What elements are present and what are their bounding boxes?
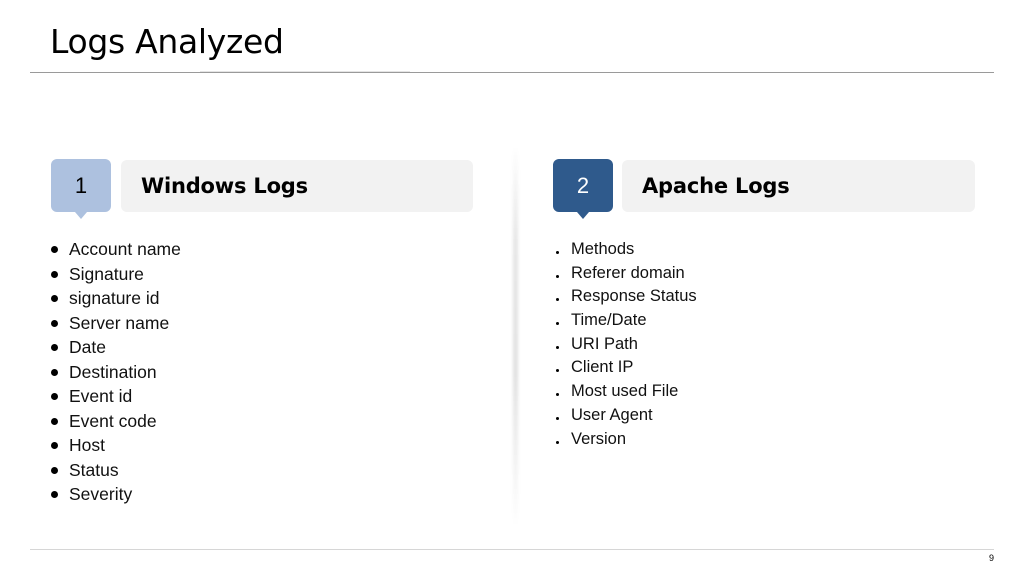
list-item: Response Status xyxy=(555,285,697,309)
list-item: Status xyxy=(50,458,181,483)
column-divider-shadow xyxy=(513,146,518,526)
apache-logs-list: Methods Referer domain Response Status T… xyxy=(555,238,697,451)
number-badge-1: 1 xyxy=(51,159,111,219)
list-item: Most used File xyxy=(555,380,697,404)
list-item: Event id xyxy=(50,384,181,409)
list-item: Server name xyxy=(50,311,181,336)
list-item: Referer domain xyxy=(555,262,697,286)
number-badge-2: 2 xyxy=(553,159,613,219)
slide-title: Logs Analyzed xyxy=(50,22,284,61)
list-item: User Agent xyxy=(555,404,697,428)
windows-logs-list: Account name Signature signature id Serv… xyxy=(50,237,181,507)
list-item: Date xyxy=(50,335,181,360)
title-divider xyxy=(30,71,994,73)
page-number: 9 xyxy=(988,553,994,563)
list-item: Event code xyxy=(50,409,181,434)
list-item: Methods xyxy=(555,238,697,262)
list-item: Time/Date xyxy=(555,309,697,333)
list-item: Version xyxy=(555,428,697,452)
list-item: Destination xyxy=(50,360,181,385)
list-item: Host xyxy=(50,433,181,458)
list-item: Client IP xyxy=(555,356,697,380)
heading-windows-logs: Windows Logs xyxy=(121,160,473,212)
list-item: URI Path xyxy=(555,333,697,357)
list-item: Account name xyxy=(50,237,181,262)
footer-divider xyxy=(30,549,994,550)
list-item: Signature xyxy=(50,262,181,287)
heading-apache-logs: Apache Logs xyxy=(622,160,975,212)
list-item: signature id xyxy=(50,286,181,311)
list-item: Severity xyxy=(50,482,181,507)
